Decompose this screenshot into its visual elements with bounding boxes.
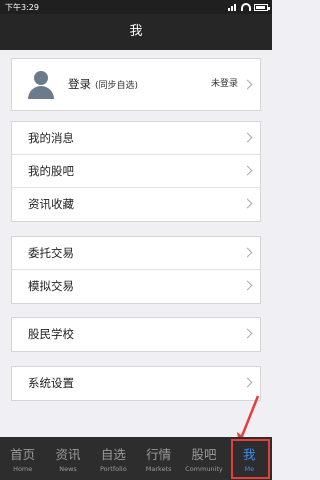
menu-item-label: 系统设置 <box>28 376 74 390</box>
menu-item-label: 资讯收藏 <box>28 197 74 211</box>
login-row[interactable]: 登录 (同步自选) 未登录 <box>12 59 260 110</box>
chevron-right-icon <box>242 79 253 90</box>
menu-item-my-guba[interactable]: 我的股吧 <box>12 155 260 188</box>
highlight-box <box>230 439 270 479</box>
login-label: 登录 (同步自选) <box>68 59 138 110</box>
tab-label: 首页 <box>10 447 36 462</box>
tab-sublabel: Community <box>185 465 223 473</box>
menu-item-trade[interactable]: 委托交易 <box>12 237 260 270</box>
bottom-tab-bar: 首页 Home 资讯 News 自选 Portfolio 行情 Markets 股吧 Co… <box>0 437 272 480</box>
menu-item-label: 股民学校 <box>28 327 74 341</box>
login-text: 登录 <box>68 77 91 91</box>
tab-sublabel: Home <box>13 465 33 473</box>
tab-markets[interactable]: 行情 Markets <box>136 437 181 480</box>
menu-group-2: 委托交易 模拟交易 <box>11 236 261 304</box>
menu-group-1: 我的消息 我的股吧 资讯收藏 <box>11 121 261 222</box>
tab-sublabel: News <box>59 465 77 473</box>
menu-item-investor-school[interactable]: 股民学校 <box>12 318 260 351</box>
tab-label: 资讯 <box>55 447 81 462</box>
tab-sublabel: Markets <box>145 465 172 473</box>
menu-item-label: 我的股吧 <box>28 164 74 178</box>
tab-sublabel: Portfolio <box>99 465 127 473</box>
chevron-right-icon <box>242 247 253 258</box>
menu-group-4: 系统设置 <box>11 366 261 401</box>
login-sub-text: (同步自选) <box>95 81 139 91</box>
menu-item-label: 委托交易 <box>28 246 74 260</box>
menu-item-simulated-trade[interactable]: 模拟交易 <box>12 270 260 303</box>
status-icons <box>228 2 270 12</box>
chevron-right-icon <box>242 328 253 339</box>
chevron-right-icon <box>242 377 253 388</box>
login-status: 未登录 <box>210 79 238 89</box>
menu-item-label: 我的消息 <box>28 131 74 145</box>
menu-item-system-settings[interactable]: 系统设置 <box>12 367 260 400</box>
menu-item-news-favorites[interactable]: 资讯收藏 <box>12 188 260 221</box>
user-avatar-icon <box>24 67 58 101</box>
status-bar: 下午3:29 <box>0 0 272 14</box>
tab-label: 行情 <box>146 447 172 462</box>
tab-portfolio[interactable]: 自选 Portfolio <box>91 437 136 480</box>
tab-community[interactable]: 股吧 Community <box>181 437 226 480</box>
status-time: 下午3:29 <box>5 3 39 12</box>
tab-label: 自选 <box>100 447 126 462</box>
tab-label: 股吧 <box>191 447 217 462</box>
tab-news[interactable]: 资讯 News <box>45 437 90 480</box>
menu-item-my-messages[interactable]: 我的消息 <box>12 122 260 155</box>
page-title: 我 <box>0 14 272 50</box>
chevron-right-icon <box>242 198 253 209</box>
account-section: 登录 (同步自选) 未登录 <box>11 58 261 111</box>
signal-icon <box>228 3 238 11</box>
chevron-right-icon <box>242 280 253 291</box>
wifi-icon <box>241 3 251 11</box>
tab-me[interactable]: 我 Me <box>227 437 272 480</box>
chevron-right-icon <box>242 132 253 143</box>
menu-item-label: 模拟交易 <box>28 279 74 293</box>
chevron-right-icon <box>242 165 253 176</box>
menu-group-3: 股民学校 <box>11 317 261 352</box>
battery-icon <box>254 3 270 11</box>
tab-home[interactable]: 首页 Home <box>0 437 45 480</box>
